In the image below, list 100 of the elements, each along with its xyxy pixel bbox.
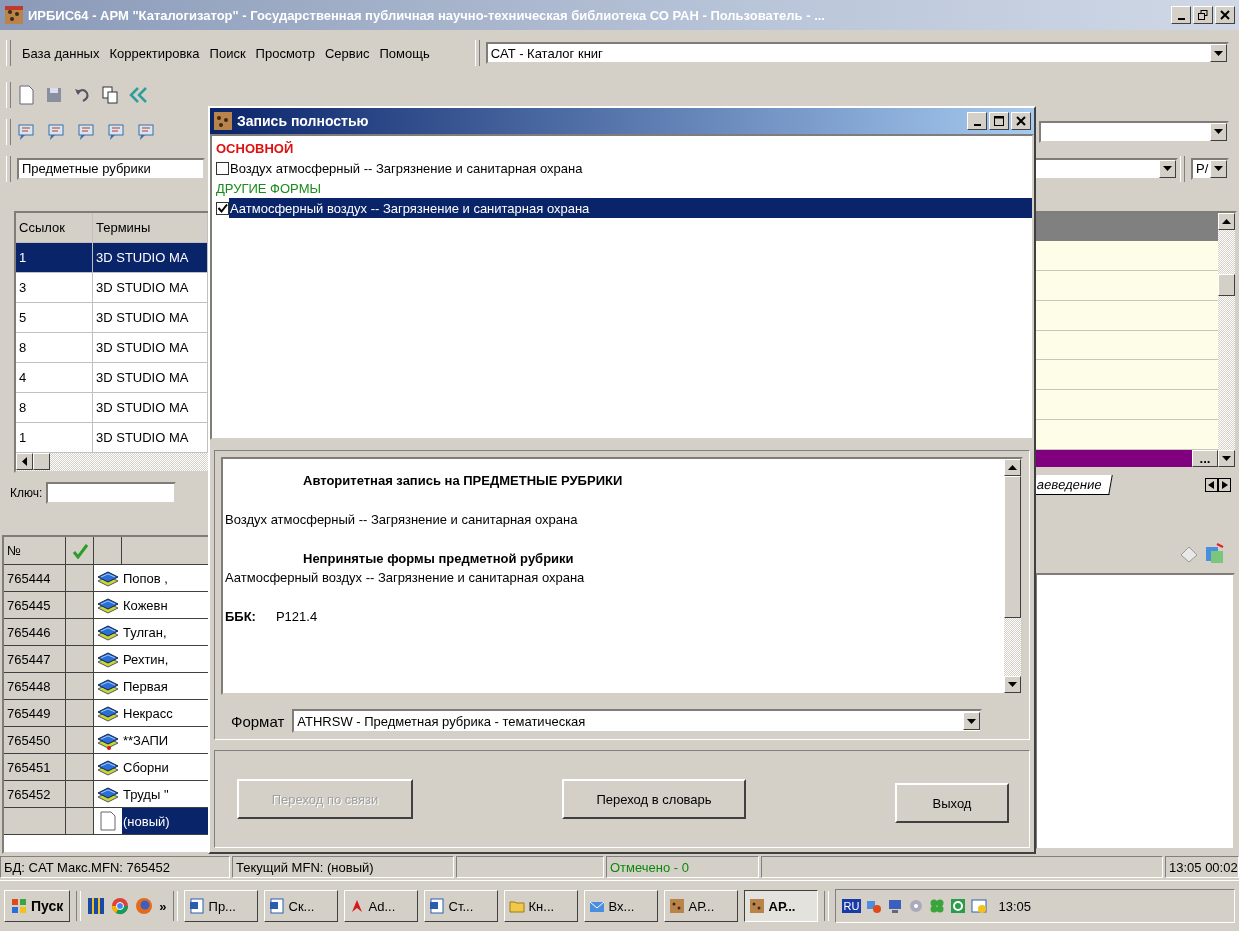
- four-squares-icon: [11, 898, 27, 914]
- mfn-cell: 765444: [4, 565, 66, 592]
- table-cell[interactable]: 5: [16, 303, 93, 332]
- calendar-icon[interactable]: [971, 898, 988, 914]
- restore-icon: [1198, 10, 1208, 20]
- menu-item[interactable]: Помощь: [374, 45, 435, 61]
- column-header[interactable]: [66, 537, 94, 565]
- dialog-title: Запись полностью: [237, 113, 370, 129]
- taskbar-button[interactable]: АР...: [743, 890, 818, 922]
- taskbar-button[interactable]: АР...: [663, 890, 738, 922]
- taskbar-button[interactable]: Ст...: [423, 890, 498, 922]
- key-field[interactable]: [46, 482, 177, 504]
- mark-cell[interactable]: [66, 808, 94, 835]
- table-cell[interactable]: 3: [16, 273, 93, 302]
- dictionary-combo[interactable]: Предметные рубрики: [17, 157, 205, 180]
- ring-icon[interactable]: [950, 898, 967, 914]
- title-cell[interactable]: (новый): [122, 808, 210, 835]
- column-header[interactable]: №: [4, 537, 66, 565]
- record-heading: Непринятые формы предметной рубрики: [302, 551, 575, 566]
- grid-icon[interactable]: [87, 897, 106, 915]
- close-icon: [1016, 116, 1026, 126]
- format-combo[interactable]: ATHRSW - Предметная рубрика - тематическая: [292, 709, 983, 733]
- taskbar-button[interactable]: Кн...: [503, 890, 578, 922]
- scroll-arrow-icon: [1222, 456, 1231, 461]
- vertical-scrollbar[interactable]: [1004, 459, 1021, 693]
- status-text: Отмечено - 0: [606, 856, 759, 878]
- checkbox[interactable]: [216, 161, 229, 175]
- document-icon[interactable]: [17, 84, 35, 105]
- column-header[interactable]: [94, 537, 122, 565]
- menu-item[interactable]: База данных: [17, 45, 105, 61]
- export-icon[interactable]: [1203, 543, 1225, 565]
- close-button[interactable]: [1011, 112, 1031, 130]
- restore-button[interactable]: [1193, 6, 1213, 24]
- close-button[interactable]: [1215, 6, 1235, 24]
- record-heading: Авторитетная запись на ПРЕДМЕТНЫЕ РУБРИКИ: [302, 473, 624, 488]
- search-combo[interactable]: [1039, 120, 1229, 143]
- mark-cell[interactable]: [66, 592, 94, 619]
- column-header[interactable]: Ссылок: [16, 213, 93, 242]
- menu-item[interactable]: Поиск: [204, 45, 251, 61]
- table-cell[interactable]: 1: [16, 423, 93, 452]
- copy-icon[interactable]: [101, 84, 119, 105]
- mfn-cell: 765446: [4, 619, 66, 646]
- mfn-cell: 765447: [4, 646, 66, 673]
- maximize-button[interactable]: [989, 112, 1009, 130]
- vertical-scrollbar[interactable]: [1218, 213, 1235, 467]
- more-chevron[interactable]: »: [159, 898, 167, 914]
- mark-cell[interactable]: [66, 646, 94, 673]
- table-cell[interactable]: 4: [16, 363, 93, 392]
- mark-cell[interactable]: [66, 619, 94, 646]
- tab-scroll-buttons[interactable]: [1205, 478, 1231, 492]
- sheet-tab[interactable]: аеведение: [1033, 475, 1113, 495]
- list-item[interactable]: Аатмосферный воздух -- Загрязнение и санитарная охрана: [229, 198, 1032, 218]
- taskbar-button[interactable]: Ск...: [263, 890, 338, 922]
- highlighted-row[interactable]: ...: [1035, 450, 1218, 467]
- database-combo[interactable]: CAT - Каталог книг: [485, 42, 1229, 64]
- minimize-button[interactable]: [1171, 6, 1191, 24]
- language-indicator[interactable]: RU: [841, 899, 862, 913]
- mfn-cell: 765450: [4, 727, 66, 754]
- table-cell[interactable]: 8: [16, 333, 93, 362]
- minimize-button[interactable]: [967, 112, 987, 130]
- mark-cell[interactable]: [66, 565, 94, 592]
- start-button[interactable]: Пуск: [4, 890, 71, 922]
- clock: 13:05: [998, 898, 1031, 914]
- taskbar-button[interactable]: Вх...: [583, 890, 658, 922]
- menu-item[interactable]: Корректировка: [104, 45, 205, 61]
- list-item[interactable]: Воздух атмосферный -- Загрязнение и санитарная охрана: [229, 158, 1032, 178]
- field-label: ББК:: [225, 609, 256, 624]
- minimize-icon: [1177, 18, 1185, 20]
- document-icon: [428, 898, 445, 914]
- prefix-combo[interactable]: Р/: [1191, 157, 1229, 180]
- taskbar-button[interactable]: Пр...: [183, 890, 258, 922]
- scroll-thumb[interactable]: [33, 453, 50, 470]
- taskbar-button[interactable]: Ad...: [343, 890, 418, 922]
- horizontal-scrollbar[interactable]: [16, 453, 208, 471]
- mfn-cell: 765449: [4, 700, 66, 727]
- folder-icon: [508, 898, 525, 914]
- scroll-arrow-icon: [22, 457, 27, 466]
- mark-cell[interactable]: [66, 700, 94, 727]
- table-cell[interactable]: 1: [16, 243, 93, 272]
- field-value: P121.4: [275, 609, 318, 624]
- mfn-cell: 765445: [4, 592, 66, 619]
- mark-cell[interactable]: [66, 673, 94, 700]
- globe-icon[interactable]: [135, 897, 154, 915]
- table-row[interactable]: [1035, 240, 1218, 271]
- table-cell[interactable]: 8: [16, 393, 93, 422]
- dialog-button[interactable]: Выход: [895, 783, 1009, 823]
- ellipsis-button[interactable]: ...: [1192, 450, 1218, 467]
- scroll-thumb[interactable]: [1218, 274, 1235, 296]
- mark-cell[interactable]: [66, 781, 94, 808]
- dialog-button[interactable]: Переход в словарь: [562, 779, 746, 819]
- column-header[interactable]: [122, 537, 210, 565]
- menu-item[interactable]: Сервис: [319, 45, 375, 61]
- mark-cell[interactable]: [66, 727, 94, 754]
- scroll-thumb[interactable]: [1004, 476, 1021, 618]
- checkbox[interactable]: [216, 201, 229, 215]
- browser-icon[interactable]: [111, 897, 130, 915]
- network-icon[interactable]: [866, 898, 883, 914]
- mark-cell[interactable]: [66, 754, 94, 781]
- monitor-icon[interactable]: [887, 898, 904, 914]
- menu-item[interactable]: Просмотр: [250, 45, 320, 61]
